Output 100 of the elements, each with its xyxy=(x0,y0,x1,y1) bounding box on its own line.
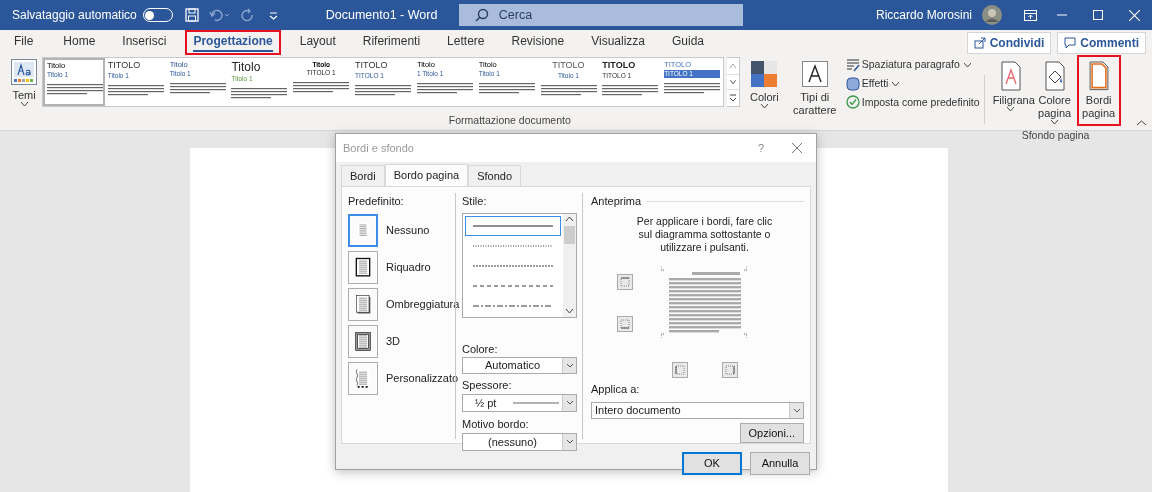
scroll-up-icon[interactable] xyxy=(565,215,574,222)
border-preset-button[interactable] xyxy=(348,324,378,358)
colors-icon xyxy=(751,61,778,87)
caret-icon xyxy=(20,102,28,107)
comments-button[interactable]: Commenti xyxy=(1057,31,1146,54)
fonts-button[interactable]: Tipi di carattere xyxy=(786,57,843,122)
ribbon-tab[interactable]: Visualizza xyxy=(583,29,653,56)
effects-icon xyxy=(845,76,860,91)
fonts-icon xyxy=(801,61,828,87)
width-label: Spessore: xyxy=(462,378,513,393)
paragraph-spacing-icon xyxy=(845,57,860,72)
dialog-tab[interactable]: Sfondo xyxy=(468,164,521,186)
right-border-button[interactable] xyxy=(722,361,738,378)
watermark-button[interactable]: Filigrana xyxy=(988,55,1033,118)
dialog-tab[interactable]: Bordi xyxy=(341,164,385,186)
preview-hint: Per applicare i bordi, fare clic sul diagramma sottostante o utilizzare i pulsanti. xyxy=(635,214,774,254)
effects-button[interactable]: Effetti xyxy=(845,75,980,92)
caret-icon xyxy=(892,81,900,86)
caret-icon xyxy=(760,104,768,109)
border-preset-button[interactable] xyxy=(348,287,378,321)
ribbon-tab[interactable]: File xyxy=(6,29,42,56)
themes-icon xyxy=(11,59,37,87)
comment-icon xyxy=(1064,36,1077,49)
dialog-title: Bordi e sfondo xyxy=(343,140,414,156)
undo-icon[interactable] xyxy=(208,8,231,22)
body-text-drawing xyxy=(602,85,659,96)
body-text-drawing xyxy=(664,83,721,95)
autosave-label: Salvataggio automatico xyxy=(12,7,137,24)
share-button[interactable]: Condividi xyxy=(966,31,1052,54)
body-text-drawing xyxy=(47,84,103,96)
preview-label: Anteprima xyxy=(591,194,642,209)
close-icon[interactable] xyxy=(792,143,802,153)
preset-label: Personalizzato xyxy=(386,370,459,386)
style-label: Stile: xyxy=(462,194,488,209)
collapse-ribbon-icon[interactable] xyxy=(1137,120,1146,126)
save-icon[interactable] xyxy=(184,8,199,22)
ribbon-display-icon[interactable] xyxy=(1024,9,1037,21)
avatar-icon[interactable] xyxy=(982,5,1002,25)
caret-icon xyxy=(565,439,574,445)
colors-button[interactable]: Colori xyxy=(745,57,784,113)
ok-button[interactable]: OK xyxy=(682,452,742,475)
caret-icon xyxy=(792,407,801,413)
presets-label: Predefinito: xyxy=(348,194,405,209)
dialog-tab[interactable]: Bordo pagina xyxy=(384,163,469,186)
color-label: Colore: xyxy=(462,341,499,357)
ribbon-tab[interactable]: Guida xyxy=(664,29,712,56)
bottom-border-button[interactable] xyxy=(617,315,633,332)
line-style-list[interactable] xyxy=(462,212,577,318)
preset-label: Riquadro xyxy=(386,259,431,275)
body-text-drawing xyxy=(293,82,350,94)
ribbon-tab[interactable]: Home xyxy=(55,29,104,56)
window-title: Documento1 - Word xyxy=(325,6,439,24)
body-text-drawing xyxy=(355,85,412,96)
maximize-icon[interactable] xyxy=(1093,10,1103,20)
user-name: Riccardo Morosini xyxy=(875,7,972,24)
ribbon-tab[interactable]: Riferimenti xyxy=(354,29,429,56)
body-text-drawing xyxy=(169,83,226,95)
body-text-drawing xyxy=(540,85,597,96)
search-icon xyxy=(474,8,489,22)
scrollbar[interactable] xyxy=(563,213,576,317)
share-icon xyxy=(973,36,986,49)
art-label: Motivo bordo: xyxy=(462,417,530,432)
line-style-option[interactable] xyxy=(465,215,561,236)
scroll-down-icon[interactable] xyxy=(565,307,574,314)
ribbon-tab[interactable]: Lettere xyxy=(439,29,493,56)
ribbon-tab[interactable]: Layout xyxy=(291,29,344,56)
caret-icon xyxy=(963,62,971,67)
apply-dropdown[interactable]: Intero documento xyxy=(591,401,804,419)
art-dropdown[interactable]: (nessuno) xyxy=(462,432,577,451)
apply-label: Applica a: xyxy=(591,382,641,397)
ribbon-tab[interactable]: Inserisci xyxy=(114,29,175,56)
preset-label: Nessuno xyxy=(386,222,430,238)
redo-icon[interactable] xyxy=(240,8,255,22)
color-dropdown[interactable]: Automatico xyxy=(462,357,577,374)
top-border-button[interactable] xyxy=(617,273,633,290)
left-border-button[interactable] xyxy=(672,361,688,378)
themes-button[interactable]: Temi xyxy=(9,57,39,109)
caret-icon xyxy=(1051,120,1059,125)
body-text-drawing xyxy=(416,83,473,95)
scroll-thumb[interactable] xyxy=(564,225,575,244)
preset-label: 3D xyxy=(386,333,401,349)
width-dropdown[interactable]: ½ pt xyxy=(462,393,577,412)
set-default-button[interactable]: Imposta come predefinito xyxy=(845,94,980,111)
caret-icon xyxy=(1007,107,1015,112)
paragraph-spacing-button[interactable]: Spaziatura paragrafo xyxy=(845,57,980,73)
line-weight-sample xyxy=(513,401,559,404)
border-preset-button[interactable] xyxy=(348,250,378,284)
options-button[interactable]: Opzioni... xyxy=(739,422,804,443)
preset-label: Ombreggiatura xyxy=(386,296,460,312)
page-borders-button[interactable]: Bordi pagina xyxy=(1076,55,1121,126)
caret-icon xyxy=(565,363,574,368)
customize-icon[interactable] xyxy=(268,10,278,20)
body-text-drawing xyxy=(478,83,535,95)
body-text-drawing xyxy=(231,88,288,100)
search-field[interactable]: Cerca xyxy=(458,4,743,26)
help-button[interactable]: ? xyxy=(751,138,770,158)
group-label: Sfondo pagina xyxy=(1020,130,1091,144)
caret-icon xyxy=(565,400,574,406)
cancel-button[interactable]: Annulla xyxy=(750,452,810,475)
ribbon-tab[interactable]: Revisione xyxy=(503,29,573,56)
